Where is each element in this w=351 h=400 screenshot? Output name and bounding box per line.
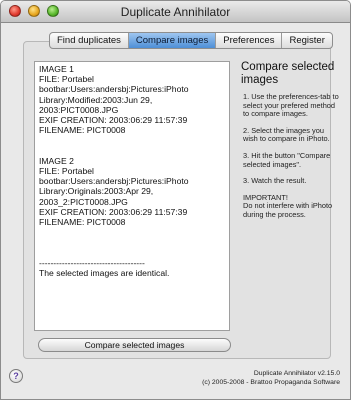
- image2-file-label: FILE: Portabel: [39, 166, 94, 176]
- result-separator: -------------------------------------: [39, 257, 145, 268]
- image2-path-line3: 2003_2:PICT0008.JPG: [39, 196, 128, 207]
- important-text: Do not interfere with iPhoto during the …: [243, 201, 333, 219]
- version-label: Duplicate Annihilator v2.15.0: [253, 370, 340, 377]
- tab-preferences[interactable]: Preferences: [216, 33, 283, 48]
- image2-heading: IMAGE 2: [39, 155, 74, 166]
- image2-filename: FILENAME: PICT0008: [39, 217, 126, 228]
- image1-path-line2: Library:Modified:2003:Jun 29,: [39, 94, 153, 105]
- image1-path-line3: 2003:PICT0008.JPG: [39, 104, 119, 115]
- image1-filename: FILENAME: PICT0008: [39, 125, 126, 136]
- compare-selected-images-button[interactable]: Compare selected images: [38, 338, 231, 352]
- instruction-step-1: 1. Use the preferences-tab to select you…: [243, 92, 339, 119]
- tab-find-duplicates[interactable]: Find duplicates: [50, 33, 129, 48]
- tab-register[interactable]: Register: [282, 33, 331, 48]
- image2-path-line1: bootbar:Users:andersbj:Pictures:iPhoto: [39, 176, 189, 187]
- title-bar[interactable]: Duplicate Annihilator: [1, 1, 350, 23]
- help-button[interactable]: ?: [9, 369, 23, 383]
- comparison-result-message: The selected images are identical.: [39, 267, 170, 278]
- tab-bar: Find duplicates Compare images Preferenc…: [49, 32, 333, 49]
- instruction-step-4: 3. Watch the result.: [243, 176, 307, 186]
- image1-file-label: FILE: Portabel: [39, 74, 94, 85]
- instruction-step-2: 2. Select the images you wish to compare…: [243, 125, 330, 144]
- comparison-result-textarea[interactable]: IMAGE 1 FILE: Portabel bootbar:Users:and…: [34, 61, 230, 331]
- image2-exif-creation: EXIF CREATION: 2003:06:29 11:57:39: [39, 206, 188, 217]
- instructions-panel: 1. Use the preferences-tab to select you…: [243, 92, 339, 220]
- image1-heading: IMAGE 1: [39, 64, 74, 74]
- instruction-step-3: 3. Hit the button "Compare selected imag…: [243, 150, 331, 169]
- instructions-title: Compare selected images: [241, 61, 335, 86]
- tab-compare-images[interactable]: Compare images: [128, 33, 217, 48]
- app-window: Duplicate Annihilator Find duplicates Co…: [0, 0, 351, 400]
- image1-path-line1: bootbar:Users:andersbj:Pictures:iPhoto: [39, 84, 189, 95]
- image1-exif-creation: EXIF CREATION: 2003:06:29 11:57:39: [39, 115, 188, 126]
- copyright-label: (c) 2005-2008 - Brattoo Propaganda Softw…: [202, 379, 340, 386]
- window-title: Duplicate Annihilator: [120, 5, 231, 19]
- image2-path-line2: Library:Originals:2003:Apr 29,: [39, 186, 154, 197]
